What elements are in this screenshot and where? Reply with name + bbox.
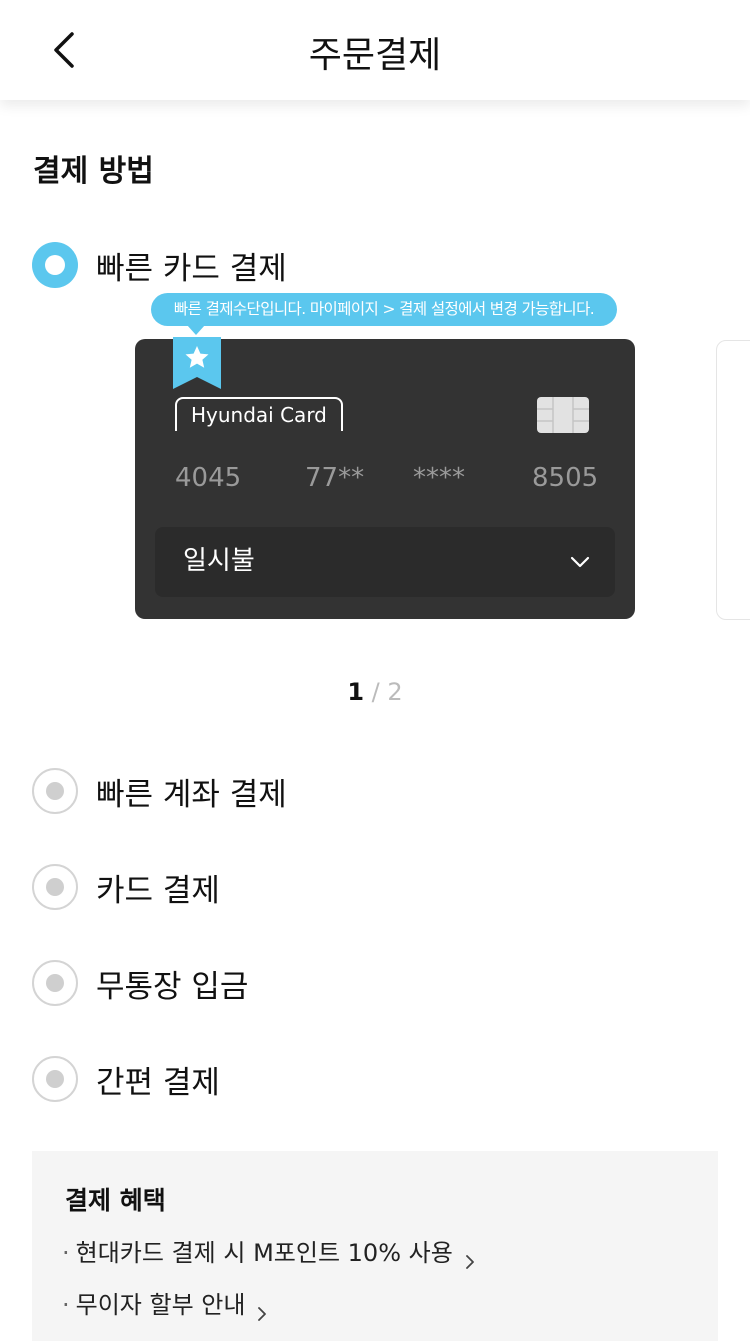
installment-value: 일시불: [183, 546, 255, 576]
radio-fast-card-payment[interactable]: [32, 242, 78, 288]
card-number-group-1: 4045: [175, 463, 242, 493]
chevron-right-icon: [463, 1247, 477, 1269]
pager-separator: /: [371, 678, 380, 706]
chevron-down-icon: [569, 551, 591, 573]
page-title: 주문결제: [308, 35, 442, 76]
benefit-link-installment-text: 무이자 할부 안내: [75, 1291, 246, 1319]
payment-card[interactable]: Hyundai Card 4045 77** **** 8505 일시불: [135, 337, 635, 619]
option-label-fast-account-payment[interactable]: 빠른 계좌 결제: [96, 769, 287, 814]
benefit-link-mpoint-text: 현대카드 결제 시 M포인트 10% 사용: [75, 1239, 453, 1267]
option-label-bank-deposit[interactable]: 무통장 입금: [96, 961, 248, 1006]
installment-select[interactable]: 일시불: [155, 527, 615, 597]
section-title: 결제 방법: [33, 154, 154, 189]
radio-card-payment[interactable]: [32, 864, 78, 910]
card-chip-icon: [537, 397, 589, 433]
fast-payment-tooltip: 빠른 결제수단입니다. 마이페이지 > 결제 설정에서 변경 가능합니다.: [151, 293, 617, 335]
pager-total: 2: [387, 678, 403, 706]
card-number-group-4: 8505: [532, 463, 599, 493]
bullet: ·: [62, 1291, 70, 1319]
option-label-card-payment[interactable]: 카드 결제: [96, 865, 220, 910]
radio-simple-payment[interactable]: [32, 1056, 78, 1102]
radio-bank-deposit[interactable]: [32, 960, 78, 1006]
benefit-title: 결제 혜택: [65, 1186, 166, 1215]
radio-fast-account-payment[interactable]: [32, 768, 78, 814]
chevron-right-icon: [255, 1299, 269, 1321]
star-bookmark-icon: [173, 337, 221, 389]
top-bar: 주문결제: [0, 0, 750, 100]
next-card-preview[interactable]: [716, 340, 750, 620]
option-label-fast-card-payment[interactable]: 빠른 카드 결제: [96, 243, 287, 288]
benefit-link-mpoint[interactable]: · 현대카드 결제 시 M포인트 10% 사용: [62, 1233, 477, 1269]
card-number-group-2: 77**: [305, 463, 365, 493]
card-pager: 1 / 2: [0, 678, 750, 706]
option-label-simple-payment[interactable]: 간편 결제: [96, 1057, 220, 1102]
benefit-link-installment[interactable]: · 무이자 할부 안내: [62, 1285, 269, 1321]
pager-current: 1: [347, 678, 365, 706]
card-number-group-3: ****: [413, 463, 465, 493]
bullet: ·: [62, 1239, 70, 1267]
payment-benefit-box: 결제 혜택 · 현대카드 결제 시 M포인트 10% 사용 · 무이자 할부 안내: [32, 1151, 718, 1341]
card-brand-logo: Hyundai Card: [175, 397, 343, 431]
